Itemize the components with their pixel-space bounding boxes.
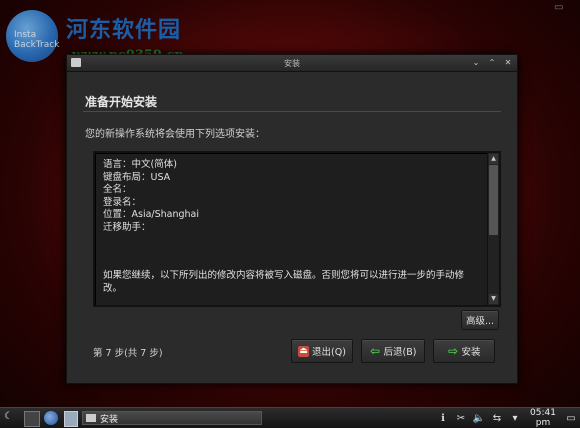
document-icon[interactable]	[64, 411, 78, 427]
network-icon[interactable]: ⇆	[488, 413, 506, 424]
summary-line-location: 位置：Asia/Shanghai	[103, 209, 200, 220]
advanced-button[interactable]: 高级...	[461, 310, 499, 330]
volume-icon[interactable]: 🔈	[470, 413, 488, 424]
watermark-title: 河东软件园	[66, 18, 182, 43]
arrow-right-icon: ⇨	[447, 343, 459, 358]
install-button[interactable]: ⇨ 安装	[433, 339, 495, 363]
desktop-corner-icon: ▭	[554, 2, 564, 13]
minimize-icon[interactable]: ⌄	[471, 57, 481, 68]
show-desktop-icon[interactable]: ▭	[562, 413, 580, 424]
quit-button-label: 退出(Q)	[312, 347, 346, 358]
task-app-icon	[86, 414, 96, 422]
quit-button[interactable]: ⏏ 退出(Q)	[291, 339, 353, 363]
scroll-thumb[interactable]	[489, 165, 498, 235]
summary-line-login: 登录名：	[103, 196, 142, 208]
summary-line-fullname: 全名：	[103, 184, 132, 195]
step-indicator: 第 7 步(共 7 步)	[93, 348, 163, 359]
summary-lines: 语言：中文(简体) 键盘布局：USA 全名： 登录名： 位置：Asia/Shan…	[103, 159, 485, 234]
installer-content: 准备开始安装 您的新操作系统将会使用下列选项安装： 语言：中文(简体) 键盘布局…	[83, 77, 501, 383]
page-title: 准备开始安装	[85, 95, 158, 109]
terminal-icon[interactable]	[24, 411, 40, 427]
taskbar-task-installer[interactable]: 安装	[82, 411, 262, 425]
watermark-logo: Insta BackTrack	[6, 10, 59, 62]
info-icon[interactable]: ℹ	[434, 413, 452, 424]
tools-icon[interactable]: ✂	[452, 413, 470, 424]
browser-icon[interactable]	[44, 411, 58, 425]
summary-line-keyboard: 键盘布局：USA	[103, 171, 171, 183]
window-titlebar[interactable]: 安装 ⌄ ⌃ ✕	[67, 55, 517, 72]
summary-textbox[interactable]: 语言：中文(简体) 键盘布局：USA 全名： 登录名： 位置：Asia/Shan…	[93, 151, 501, 307]
back-button[interactable]: ⇦ 后退(B)	[361, 339, 425, 363]
clock[interactable]: 05:41 pm	[524, 408, 562, 428]
arrow-left-icon: ⇦	[370, 343, 381, 358]
back-button-label: 后退(B)	[383, 347, 417, 358]
close-icon[interactable]: ✕	[503, 57, 513, 68]
divider	[83, 111, 501, 112]
intro-text: 您的新操作系统将会使用下列选项安装：	[85, 129, 265, 140]
system-tray: ℹ ✂ 🔈 ⇆ ▾ 05:41 pm ▭	[434, 408, 580, 428]
summary-line-migration: 迁移助手：	[103, 221, 151, 233]
task-label: 安装	[100, 414, 119, 425]
quit-icon: ⏏	[298, 345, 310, 357]
menu-arrow-icon[interactable]: ▾	[506, 413, 524, 424]
install-button-label: 安装	[461, 347, 481, 358]
kde-menu-icon[interactable]: ☾	[4, 411, 18, 425]
taskbar: ☾ 安装 ℹ ✂ 🔈 ⇆ ▾ 05:41 pm ▭	[0, 407, 580, 428]
scroll-up-icon[interactable]: ▲	[489, 154, 498, 164]
summary-scrollbar[interactable]: ▲ ▼	[487, 153, 499, 305]
maximize-icon[interactable]: ⌃	[487, 57, 497, 68]
summary-line-language: 语言：中文(简体)	[103, 159, 177, 170]
installer-window: 安装 ⌄ ⌃ ✕ 准备开始安装 您的新操作系统将会使用下列选项安装： 语言：中文…	[66, 54, 518, 384]
summary-note: 如果您继续，以下所列出的修改内容将被写入磁盘。否则您将可以进行进一步的手动修改。	[103, 270, 465, 294]
window-title: 安装	[284, 59, 300, 68]
scroll-down-icon[interactable]: ▼	[489, 294, 498, 304]
advanced-button-label: 高级...	[465, 316, 495, 327]
